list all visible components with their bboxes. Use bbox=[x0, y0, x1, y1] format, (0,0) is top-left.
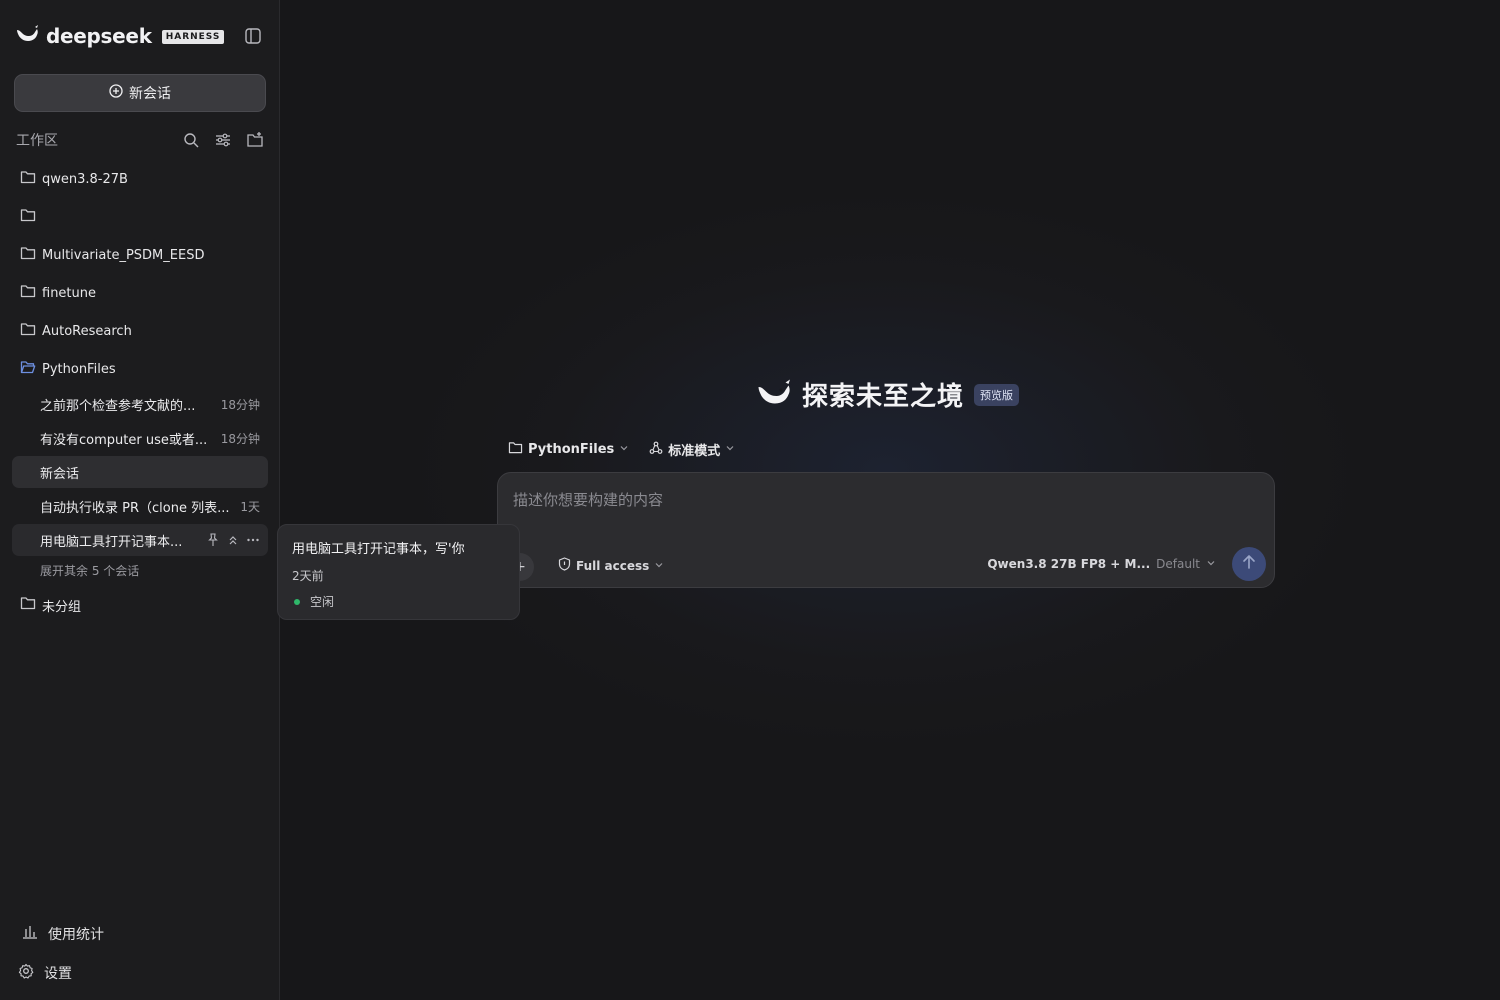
session-item[interactable]: 自动执行收录 PR（clone 列表... 1天 bbox=[12, 490, 268, 522]
settings-button[interactable]: 设置 bbox=[18, 963, 72, 983]
hero: 探索未至之境 预览版 bbox=[756, 376, 1020, 413]
session-item-hovered[interactable]: 用电脑工具打开记事本... bbox=[12, 524, 268, 556]
folder-icon bbox=[20, 208, 36, 226]
folder-name: AutoResearch bbox=[42, 323, 132, 339]
mode-icon bbox=[649, 441, 663, 459]
plus-circle-icon bbox=[109, 84, 123, 102]
session-title: 自动执行收录 PR（clone 列表... bbox=[40, 500, 230, 516]
folder-name: 未分组 bbox=[42, 599, 82, 615]
folder-icon bbox=[20, 322, 36, 340]
settings-label: 设置 bbox=[44, 966, 72, 982]
session-title: 用电脑工具打开记事本... bbox=[40, 534, 183, 550]
prompt-input[interactable] bbox=[513, 487, 1253, 513]
tooltip-time: 2天前 bbox=[292, 569, 324, 583]
session-title: 有没有computer use或者... bbox=[40, 432, 208, 448]
folder-icon bbox=[20, 596, 36, 614]
access-level-label: Full access bbox=[576, 558, 650, 573]
folder-item[interactable]: finetune bbox=[12, 278, 268, 308]
preview-badge: 预览版 bbox=[974, 383, 1020, 406]
hero-title: 探索未至之境 bbox=[802, 382, 965, 412]
folder-item[interactable]: Multivariate_PSDM_EESD bbox=[12, 240, 268, 270]
session-item[interactable]: 有没有computer use或者... 18分钟 bbox=[12, 422, 268, 454]
model-selector[interactable]: Qwen3.8 27B FP8 + M... Default bbox=[987, 557, 1216, 571]
composer: + Full access Qwen3.8 27B FP8 + M... Def… bbox=[497, 472, 1275, 588]
session-time: 18分钟 bbox=[220, 397, 260, 412]
session-title: 新会话 bbox=[40, 466, 80, 482]
filter-icon[interactable] bbox=[214, 131, 232, 149]
more-options-icon[interactable] bbox=[246, 533, 260, 547]
composer-selectors: PythonFiles 标准模式 bbox=[508, 440, 735, 459]
brand[interactable]: deepseek HARNESS bbox=[16, 24, 225, 48]
search-icon[interactable] bbox=[182, 131, 200, 149]
tooltip-status: 空闲 bbox=[292, 593, 505, 610]
gear-icon bbox=[18, 963, 34, 983]
model-mode: Default bbox=[1156, 557, 1200, 571]
status-dot-icon bbox=[294, 598, 300, 605]
chevron-down-icon bbox=[725, 442, 735, 457]
chevron-down-icon bbox=[1206, 557, 1216, 571]
session-time: 18分钟 bbox=[220, 431, 260, 446]
mode-selector[interactable]: 标准模式 bbox=[649, 440, 735, 459]
new-chat-label: 新会话 bbox=[129, 86, 171, 102]
folder-icon bbox=[20, 284, 36, 302]
folder-item[interactable]: AutoResearch bbox=[12, 316, 268, 346]
session-time: 1天 bbox=[240, 499, 260, 514]
workspace-selector-label: PythonFiles bbox=[528, 442, 615, 457]
access-level-selector[interactable]: Full access bbox=[558, 557, 664, 574]
chevron-down-icon bbox=[619, 442, 629, 457]
folder-item-open[interactable]: PythonFiles bbox=[12, 354, 268, 384]
new-chat-button[interactable]: 新会话 bbox=[14, 74, 266, 112]
arrow-up-icon bbox=[1242, 554, 1256, 574]
new-folder-icon[interactable] bbox=[246, 131, 264, 149]
send-button[interactable] bbox=[1232, 547, 1266, 581]
tooltip-status-label: 空闲 bbox=[310, 595, 335, 609]
session-item-active[interactable]: 新会话 bbox=[12, 456, 268, 488]
brand-name: deepseek bbox=[46, 24, 152, 48]
collapse-up-icon[interactable] bbox=[226, 533, 240, 547]
sidebar-toggle-icon[interactable] bbox=[244, 27, 262, 45]
folder-item[interactable] bbox=[12, 202, 268, 232]
folder-name: qwen3.8-27B bbox=[42, 171, 128, 187]
brand-badge: HARNESS bbox=[161, 30, 225, 44]
folder-name: Multivariate_PSDM_EESD bbox=[42, 247, 205, 263]
usage-stats-label: 使用统计 bbox=[48, 927, 104, 943]
usage-stats-button[interactable]: 使用统计 bbox=[22, 924, 104, 944]
workspace-header: 工作区 bbox=[16, 128, 266, 152]
folder-item[interactable]: qwen3.8-27B bbox=[12, 164, 268, 194]
pin-icon[interactable] bbox=[206, 533, 220, 547]
folder-name: finetune bbox=[42, 285, 96, 301]
workspace-selector[interactable]: PythonFiles bbox=[508, 441, 629, 458]
folder-icon bbox=[20, 170, 36, 188]
folder-open-icon bbox=[20, 360, 36, 378]
session-title: 之前那个检查参考文献的... bbox=[40, 398, 196, 414]
whale-logo-icon bbox=[756, 378, 794, 412]
chevron-down-icon bbox=[654, 559, 664, 573]
folder-name: PythonFiles bbox=[42, 361, 116, 377]
folder-icon bbox=[20, 246, 36, 264]
workspace-title: 工作区 bbox=[16, 133, 58, 149]
expand-more-sessions-link[interactable]: 展开其余 5 个会话 bbox=[40, 562, 139, 579]
bar-chart-icon bbox=[22, 924, 38, 944]
session-tooltip: 用电脑工具打开记事本，写'你 2天前 空闲 bbox=[277, 524, 520, 620]
mode-selector-label: 标准模式 bbox=[668, 444, 721, 459]
folder-icon bbox=[508, 441, 523, 458]
sidebar: deepseek HARNESS 新会话 工作区 qwen3.8-27B Mul… bbox=[0, 0, 280, 1000]
shield-icon bbox=[558, 557, 571, 574]
model-name: Qwen3.8 27B FP8 + M... bbox=[987, 557, 1151, 571]
tooltip-title: 用电脑工具打开记事本，写'你 bbox=[292, 542, 465, 557]
whale-logo-icon bbox=[16, 24, 40, 48]
session-item[interactable]: 之前那个检查参考文献的... 18分钟 bbox=[12, 388, 268, 420]
folder-item-ungrouped[interactable]: 未分组 bbox=[12, 590, 268, 620]
